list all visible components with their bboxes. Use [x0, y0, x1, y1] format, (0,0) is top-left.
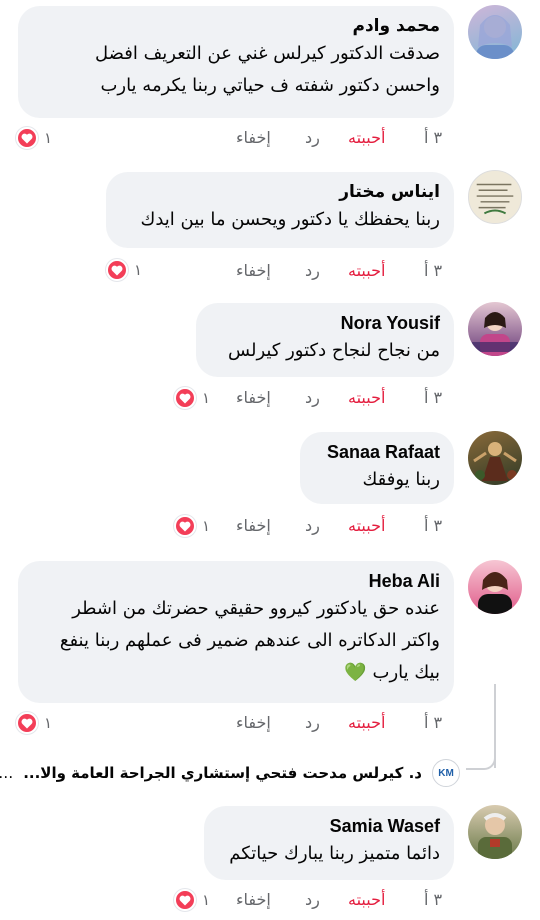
comment-time[interactable]: ٣ أ [424, 124, 442, 152]
reply-button[interactable]: رد [305, 886, 320, 914]
avatar[interactable] [468, 560, 522, 614]
heart-icon [106, 259, 128, 281]
comment-author[interactable]: Samia Wasef [218, 814, 440, 838]
heart-icon [174, 387, 196, 409]
reaction-count: ١ [134, 261, 143, 279]
comment-text-line: صدقت الدكتور كيرلس غني عن التعريف افضل [95, 43, 440, 64]
comment-text-line: ربنا يوفقك [362, 469, 440, 490]
heart-icon [16, 127, 38, 149]
heart-icon [174, 515, 196, 537]
like-button[interactable]: أحببته [348, 124, 385, 152]
comment-actions: ٣ أ أحببته رد إخفاء [0, 124, 540, 152]
reaction-summary[interactable]: ١ [174, 887, 210, 913]
comment-author[interactable]: Sanaa Rafaat [314, 440, 440, 464]
like-button[interactable]: أحببته [348, 709, 385, 737]
like-button[interactable]: أحببته [348, 384, 385, 412]
like-button[interactable]: أحببته [348, 886, 385, 914]
reaction-count: ١ [202, 389, 211, 407]
avatar[interactable] [468, 5, 522, 59]
heart-icon [16, 712, 38, 734]
comment-text-line: ربنا يحفظك يا دكتور ويحسن ما بين ايدك [140, 209, 441, 230]
hide-button[interactable]: إخفاء [236, 257, 271, 285]
avatar-note-icon [469, 171, 521, 223]
reply-button[interactable]: رد [305, 512, 320, 540]
hide-button[interactable]: إخفاء [236, 709, 271, 737]
comment-time[interactable]: ٣ أ [424, 384, 442, 412]
reaction-count: ١ [202, 517, 211, 535]
comment-actions: ٣ أ أحببته رد إخفاء [0, 709, 540, 737]
comment-item: محمد وادم صدقت الدكتور كيرلس غني عن التع… [0, 0, 540, 160]
comment-text-line: واكتر الدكاتره الى عندهم ضمير فى عملهم ر… [59, 630, 440, 651]
comment-bubble: Samia Wasef دائما متميز ربنا يبارك حياتك… [204, 806, 454, 880]
comment-text-line: عنده حق يادكتور كيروو حقيقي حضرتك من اشط… [72, 598, 440, 619]
comment-bubble: ايناس مختار ربنا يحفظك يا دكتور ويحسن ما… [106, 172, 454, 248]
hide-button[interactable]: إخفاء [236, 886, 271, 914]
avatar[interactable] [468, 805, 522, 859]
reaction-summary[interactable]: ١ [106, 257, 142, 283]
avatar-person-icon [478, 813, 512, 859]
reply-button[interactable]: رد [305, 709, 320, 737]
comment-author[interactable]: ايناس مختار [120, 180, 440, 204]
reply-ellipsis: … [0, 764, 13, 782]
reaction-summary[interactable]: ١ [174, 513, 210, 539]
reaction-summary[interactable]: ١ [16, 125, 52, 151]
comment-time[interactable]: ٣ أ [424, 709, 442, 737]
comment-text-line: دائما متميز ربنا يبارك حياتكم [229, 843, 440, 864]
comment-bubble: Heba Ali عنده حق يادكتور كيروو حقيقي حضر… [18, 561, 454, 703]
reaction-summary[interactable]: ١ [16, 710, 52, 736]
hide-button[interactable]: إخفاء [236, 124, 271, 152]
reaction-count: ١ [44, 714, 53, 732]
comment-text-line: واحسن دكتور شفته ف حياتي ربنا يكرمه يارب [100, 75, 440, 96]
comment-bubble: محمد وادم صدقت الدكتور كيرلس غني عن التع… [18, 6, 454, 118]
reply-preview[interactable]: KM د. كيرلس مدحت فتحي إستشاري الجراحة ال… [0, 756, 460, 790]
comment-author[interactable]: محمد وادم [32, 14, 441, 38]
reaction-count: ١ [202, 891, 211, 909]
reply-preview-text[interactable]: د. كيرلس مدحت فتحي إستشاري الجراحة العام… [23, 764, 422, 782]
comment-time[interactable]: ٣ أ [424, 886, 442, 914]
hide-button[interactable]: إخفاء [236, 512, 271, 540]
reaction-count: ١ [44, 129, 53, 147]
reply-button[interactable]: رد [305, 124, 320, 152]
reply-button[interactable]: رد [305, 384, 320, 412]
comment-time[interactable]: ٣ أ [424, 512, 442, 540]
avatar[interactable] [468, 302, 522, 356]
comment-bubble: Nora Yousif من نجاح لنجاح دكتور كيرلس [196, 303, 454, 377]
avatar[interactable] [468, 170, 522, 224]
comment-actions: ٣ أ أحببته رد إخفاء [0, 384, 540, 412]
heart-icon [174, 889, 196, 911]
comment-actions: ٣ أ أحببته رد إخفاء [0, 886, 540, 914]
comment-actions: ٣ أ أحببته رد إخفاء [0, 257, 540, 285]
avatar-person-icon [472, 312, 518, 356]
comment-text-line: من نجاح لنجاح دكتور كيرلس [228, 340, 440, 361]
avatar-art-icon [473, 442, 517, 481]
comment-author[interactable]: Heba Ali [32, 569, 440, 593]
avatar[interactable] [468, 431, 522, 485]
avatar-person-icon [476, 15, 514, 59]
comment-actions: ٣ أ أحببته رد إخفاء [0, 512, 540, 540]
avatar-person-icon [478, 572, 512, 614]
comment-text-line: بيك يارب 💚 [344, 662, 440, 683]
reply-button[interactable]: رد [305, 257, 320, 285]
hide-button[interactable]: إخفاء [236, 384, 271, 412]
thread-connector [466, 740, 496, 770]
like-button[interactable]: أحببته [348, 512, 385, 540]
comment-author[interactable]: Nora Yousif [210, 311, 440, 335]
comment-bubble: Sanaa Rafaat ربنا يوفقك [300, 432, 454, 504]
page-logo-icon: KM [432, 759, 460, 787]
like-button[interactable]: أحببته [348, 257, 385, 285]
reaction-summary[interactable]: ١ [174, 385, 210, 411]
comment-time[interactable]: ٣ أ [424, 257, 442, 285]
